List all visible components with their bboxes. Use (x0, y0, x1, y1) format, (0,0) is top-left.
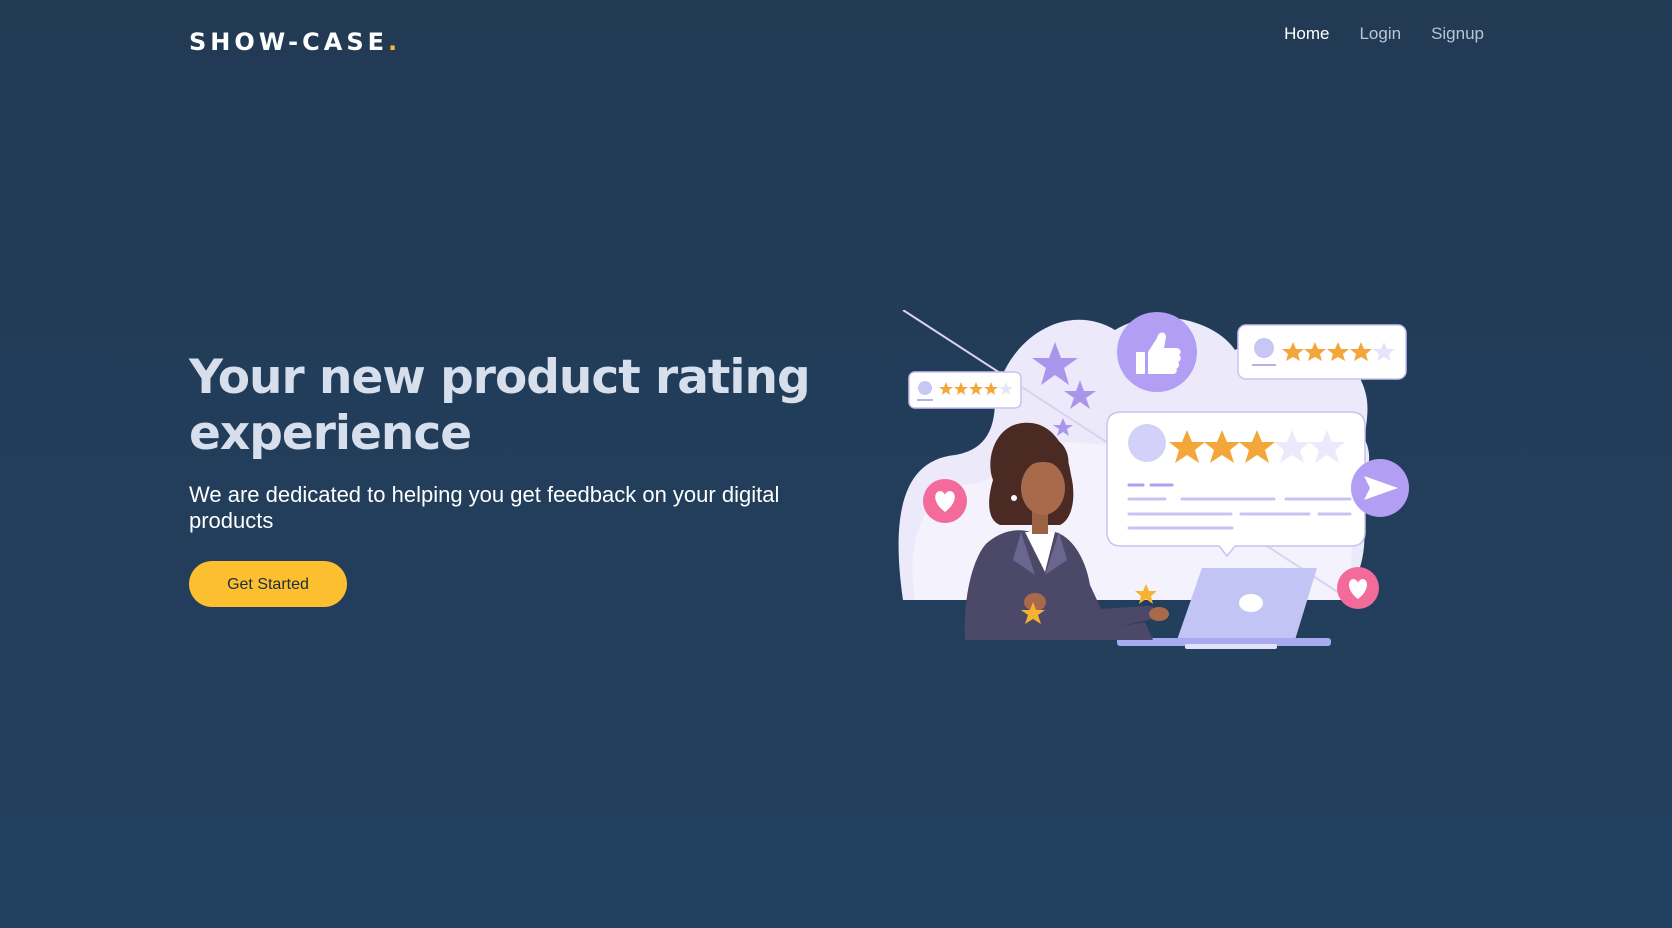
avatar-icon (1254, 338, 1274, 358)
avatar-icon (918, 381, 932, 395)
brand-logo[interactable]: SHOW-CASE. (189, 28, 397, 56)
top-nav: SHOW-CASE. Home Login Signup (0, 0, 1672, 90)
hero-section: Your new product rating experience We ar… (189, 350, 869, 607)
nav-links: Home Login Signup (1284, 24, 1484, 44)
nav-link-home[interactable]: Home (1284, 24, 1329, 44)
landing-page: SHOW-CASE. Home Login Signup Your new pr… (0, 0, 1672, 928)
avatar-icon (1128, 424, 1166, 462)
hero-headline: Your new product rating experience (189, 350, 811, 461)
get-started-button[interactable]: Get Started (189, 561, 347, 607)
brand-name: SHOW-CASE (189, 28, 388, 56)
product-rating-illustration (898, 310, 1409, 649)
nav-link-login[interactable]: Login (1359, 24, 1401, 44)
hero-subtitle: We are dedicated to helping you get feed… (189, 482, 780, 533)
nav-link-signup[interactable]: Signup (1431, 24, 1484, 44)
brand-dot: . (388, 28, 398, 56)
